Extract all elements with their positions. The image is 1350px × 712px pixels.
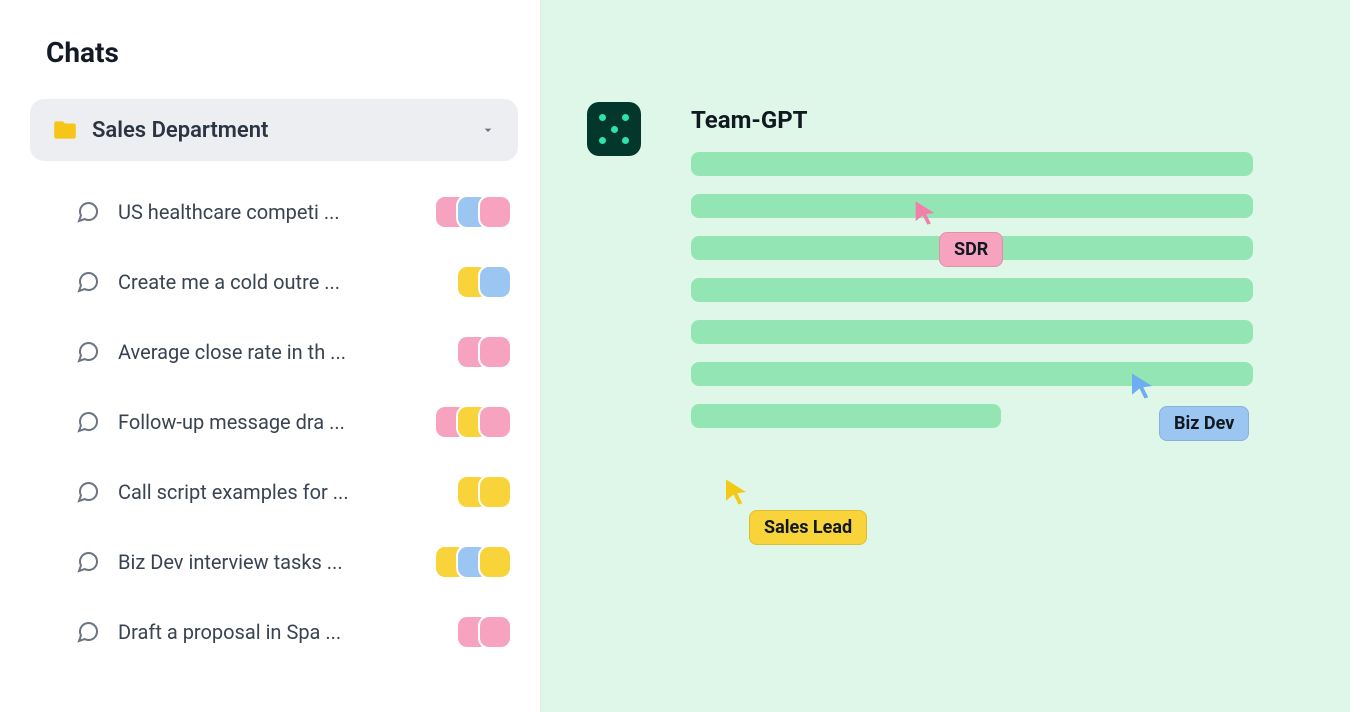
chat-label: Draft a proposal in Spa ... xyxy=(118,620,440,644)
avatar-chip xyxy=(480,407,510,437)
message-placeholder-bars xyxy=(691,152,1253,428)
avatar-chip xyxy=(480,547,510,577)
chat-label: Biz Dev interview tasks ... xyxy=(118,550,418,574)
chat-item[interactable]: US healthcare competi ... xyxy=(46,177,510,247)
chat-item[interactable]: Create me a cold outre ... xyxy=(46,247,510,317)
speech-bubble-icon xyxy=(76,340,100,364)
chat-item[interactable]: Biz Dev interview tasks ... xyxy=(46,527,510,597)
sidebar: Chats Sales Department US healthcare com… xyxy=(0,0,540,712)
cursor-label: SDR xyxy=(939,232,1003,267)
sidebar-title: Chats xyxy=(46,36,510,69)
chat-item[interactable]: Draft a proposal in Spa ... xyxy=(46,597,510,667)
speech-bubble-icon xyxy=(76,620,100,644)
participant-chips xyxy=(436,197,510,227)
chat-canvas: Team-GPT SDR Biz Dev Sales Lead xyxy=(540,0,1350,712)
collaborator-cursor-bizdev: Biz Dev xyxy=(1127,370,1157,402)
participant-chips xyxy=(458,267,510,297)
folder-label: Sales Department xyxy=(92,118,466,143)
placeholder-bar xyxy=(691,404,1001,428)
folder-icon xyxy=(52,117,78,143)
chat-item[interactable]: Call script examples for ... xyxy=(46,457,510,527)
brand-title: Team-GPT xyxy=(691,106,808,134)
participant-chips xyxy=(458,337,510,367)
chat-label: Call script examples for ... xyxy=(118,480,440,504)
placeholder-bar xyxy=(691,194,1253,218)
avatar-chip xyxy=(480,267,510,297)
placeholder-bar xyxy=(691,320,1253,344)
participant-chips xyxy=(458,477,510,507)
participant-chips xyxy=(436,547,510,577)
chat-label: Average close rate in th ... xyxy=(118,340,440,364)
participant-chips xyxy=(436,407,510,437)
chat-item[interactable]: Average close rate in th ... xyxy=(46,317,510,387)
chevron-down-icon[interactable] xyxy=(480,122,496,138)
collaborator-cursor-sdr: SDR xyxy=(911,198,939,228)
cursor-label: Sales Lead xyxy=(749,510,867,545)
team-gpt-logo xyxy=(587,102,641,156)
folder-sales-department[interactable]: Sales Department xyxy=(30,99,518,161)
speech-bubble-icon xyxy=(76,550,100,574)
speech-bubble-icon xyxy=(76,410,100,434)
speech-bubble-icon xyxy=(76,200,100,224)
placeholder-bar xyxy=(691,278,1253,302)
collaborator-cursor-saleslead: Sales Lead xyxy=(721,476,751,508)
chat-label: US healthcare competi ... xyxy=(118,200,418,224)
chat-label: Follow-up message dra ... xyxy=(118,410,418,434)
chat-item[interactable]: Follow-up message dra ... xyxy=(46,387,510,457)
avatar-chip xyxy=(480,617,510,647)
speech-bubble-icon xyxy=(76,480,100,504)
placeholder-bar xyxy=(691,362,1253,386)
chat-label: Create me a cold outre ... xyxy=(118,270,440,294)
cursor-label: Biz Dev xyxy=(1159,406,1249,441)
avatar-chip xyxy=(480,337,510,367)
chat-list: US healthcare competi ... Create me a co… xyxy=(46,177,510,667)
avatar-chip xyxy=(480,197,510,227)
avatar-chip xyxy=(480,477,510,507)
participant-chips xyxy=(458,617,510,647)
speech-bubble-icon xyxy=(76,270,100,294)
placeholder-bar xyxy=(691,152,1253,176)
logo-dots-icon xyxy=(597,112,631,146)
